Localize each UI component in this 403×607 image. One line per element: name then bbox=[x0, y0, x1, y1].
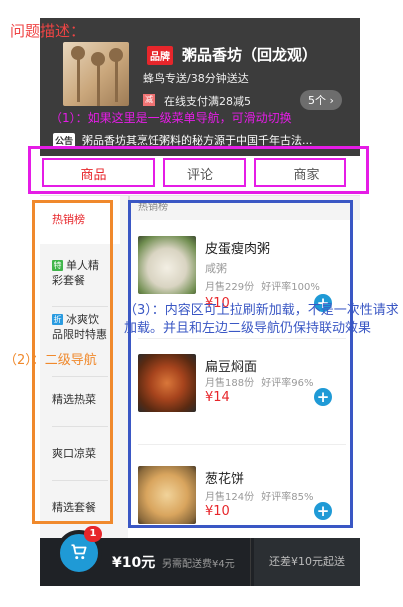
sidebar-item-single-combo[interactable]: 特单人精彩套餐 bbox=[40, 258, 120, 288]
food-divider bbox=[138, 444, 346, 445]
cart-divider bbox=[250, 538, 251, 586]
sidebar-item-hot[interactable]: 热销榜 bbox=[40, 196, 120, 244]
sidebar-item-label: 精选套餐 bbox=[52, 501, 96, 514]
sidebar-item-label: 热销榜 bbox=[52, 213, 85, 226]
sidebar-divider bbox=[52, 480, 108, 481]
food-price: ¥10 bbox=[205, 504, 230, 519]
sidebar-divider bbox=[52, 306, 108, 307]
special-badge-icon: 特 bbox=[52, 260, 63, 271]
annotation-note-3: （3）：内容区可上拉刷新加载，不是一次性请求加载。并且和左边二级导航仍保持联动效… bbox=[124, 303, 399, 336]
sidebar-item-label: 精选热菜 bbox=[52, 393, 96, 406]
food-price: ¥14 bbox=[205, 390, 230, 405]
sidebar-item-drinks-discount[interactable]: 折冰爽饮品限时特惠 bbox=[40, 312, 120, 342]
food-name: 葱花饼 bbox=[205, 472, 245, 487]
food-image bbox=[138, 354, 196, 412]
promo-count-button[interactable]: 5个 › bbox=[300, 90, 342, 110]
food-description: 咸粥 bbox=[205, 262, 227, 275]
promo-text: 在线支付满28减5 bbox=[164, 95, 251, 108]
store-name: 粥品香坊（回龙观） bbox=[182, 46, 318, 64]
sidebar-item-hot-dishes[interactable]: 精选热菜 bbox=[40, 392, 120, 407]
notice-tag: 公告 bbox=[53, 133, 76, 148]
food-stats: 月售124份 好评率85% bbox=[205, 492, 314, 503]
brand-badge: 品牌 bbox=[147, 46, 173, 65]
sidebar-item-label: 爽口凉菜 bbox=[52, 447, 96, 460]
store-thumbnail bbox=[63, 42, 129, 106]
shopping-cart-bar: 1 ¥10元 另需配送费¥4元 还差¥10元起送 bbox=[40, 526, 360, 586]
screenshot-stage: 问题描述： 品牌 粥品香坊（回龙观） 蜂鸟专送/38分钟送达 减 在线支付满28… bbox=[0, 0, 403, 607]
discount-badge-icon: 折 bbox=[52, 314, 63, 325]
food-image bbox=[138, 466, 196, 524]
primary-tab-bar: 商品 评论 商家 bbox=[40, 156, 360, 196]
tab-goods[interactable]: 商品 bbox=[40, 156, 147, 196]
sidebar-item-cold-dishes[interactable]: 爽口凉菜 bbox=[40, 446, 120, 461]
food-image bbox=[138, 236, 196, 294]
cart-total: ¥10元 bbox=[112, 555, 156, 571]
annotation-note-2: （2）：二级导航 bbox=[4, 353, 97, 368]
store-header: 品牌 粥品香坊（回龙观） 蜂鸟专送/38分钟送达 减 在线支付满28减5 5个 … bbox=[40, 18, 360, 156]
food-stats: 月售229份 好评率100% bbox=[205, 282, 320, 293]
tab-merchant[interactable]: 商家 bbox=[253, 156, 360, 196]
food-name: 扁豆焖面 bbox=[205, 360, 258, 375]
sidebar-item-combos[interactable]: 精选套餐 bbox=[40, 500, 120, 515]
delivery-fee: 另需配送费¥4元 bbox=[162, 559, 235, 570]
sidebar-divider bbox=[52, 426, 108, 427]
question-title: 问题描述： bbox=[10, 22, 86, 40]
food-name: 皮蛋瘦肉粥 bbox=[205, 242, 271, 257]
section-header: 热销榜 bbox=[128, 196, 360, 220]
add-to-cart-button[interactable]: + bbox=[314, 388, 332, 406]
food-item[interactable]: 扁豆焖面 月售188份 好评率96% ¥14 + bbox=[128, 354, 360, 454]
promo-discount-icon: 减 bbox=[143, 94, 155, 106]
delivery-info: 蜂鸟专送/38分钟送达 bbox=[143, 72, 249, 85]
add-to-cart-button[interactable]: + bbox=[314, 502, 332, 520]
food-divider bbox=[138, 338, 346, 339]
minimum-order-button[interactable]: 还差¥10元起送 bbox=[254, 538, 360, 586]
food-list-content: 热销榜 皮蛋瘦肉粥 咸粥 月售229份 好评率100% ¥10 + 扁豆焖面 月… bbox=[128, 196, 360, 538]
cart-count-badge: 1 bbox=[84, 526, 102, 542]
annotation-note-1: （1）：如果这里是一级菜单导航，可滑动切换 bbox=[50, 111, 292, 125]
tab-reviews[interactable]: 评论 bbox=[147, 156, 253, 196]
food-stats: 月售188份 好评率96% bbox=[205, 378, 314, 389]
sidebar-divider bbox=[52, 376, 108, 377]
cart-icon bbox=[71, 544, 87, 560]
notice-text[interactable]: 粥品香坊其烹饪粥料的秘方源于中国千年古法... bbox=[82, 132, 342, 148]
